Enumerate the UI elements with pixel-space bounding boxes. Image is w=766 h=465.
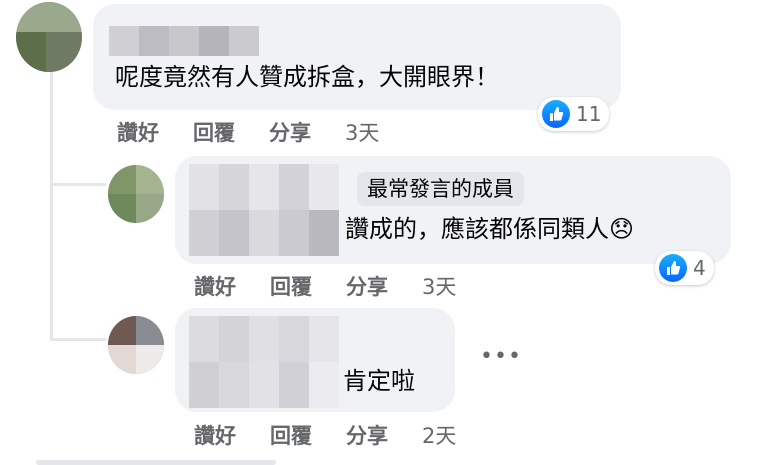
share-button[interactable]: 分享 <box>346 420 388 450</box>
thread-branch-1 <box>50 183 106 186</box>
reaction-summary[interactable]: 11 <box>538 97 610 131</box>
comment-text-body: 讚成的，應該都係同類人 <box>345 215 609 243</box>
reply-button[interactable]: 回覆 <box>270 420 312 450</box>
comment-actions: 讚好 回覆 分享 3天 <box>194 271 456 301</box>
share-button[interactable]: 分享 <box>346 271 388 301</box>
disappointed-emoji: 😞 <box>609 215 635 243</box>
comment-text: 呢度竟然有人贊成拆盒，大開眼界！ <box>115 63 499 91</box>
author-name-blurred[interactable] <box>109 26 259 56</box>
comment-bubble: 呢度竟然有人贊成拆盒，大開眼界！ <box>93 4 621 110</box>
timestamp[interactable]: 3天 <box>422 271 456 301</box>
like-button[interactable]: 讚好 <box>194 420 236 450</box>
like-button[interactable]: 讚好 <box>117 117 159 147</box>
author-name-blurred[interactable] <box>189 164 339 256</box>
comment-bubble: 肯定啦 <box>175 308 455 412</box>
comment-text: 肯定啦 <box>343 367 415 395</box>
reaction-count: 11 <box>576 102 602 126</box>
avatar[interactable] <box>16 2 82 72</box>
next-comment-partial <box>36 460 276 465</box>
comment-text: 讚成的，應該都係同類人😞 <box>345 214 634 244</box>
share-button[interactable]: 分享 <box>269 117 311 147</box>
thread-line <box>50 72 53 340</box>
thumbs-up-icon <box>659 254 687 282</box>
comment-actions: 讚好 回覆 分享 2天 <box>194 420 456 450</box>
reaction-summary[interactable]: 4 <box>655 251 714 285</box>
avatar[interactable] <box>108 316 164 374</box>
reaction-count: 4 <box>693 256 706 280</box>
timestamp[interactable]: 3天 <box>345 117 379 147</box>
avatar[interactable] <box>108 165 164 223</box>
thumbs-up-icon <box>542 100 570 128</box>
like-button[interactable]: 讚好 <box>194 271 236 301</box>
top-contributor-badge[interactable]: 最常發言的成員 <box>357 172 524 206</box>
comment-bubble: 最常發言的成員 讚成的，應該都係同類人😞 <box>175 156 731 264</box>
reply-button[interactable]: 回覆 <box>193 117 235 147</box>
timestamp[interactable]: 2天 <box>422 420 456 450</box>
author-name-blurred[interactable] <box>189 316 339 408</box>
reply-button[interactable]: 回覆 <box>270 271 312 301</box>
thread-branch-2 <box>50 338 106 341</box>
comment-actions: 讚好 回覆 分享 3天 <box>117 117 379 147</box>
more-options-icon[interactable]: ••• <box>480 344 522 369</box>
